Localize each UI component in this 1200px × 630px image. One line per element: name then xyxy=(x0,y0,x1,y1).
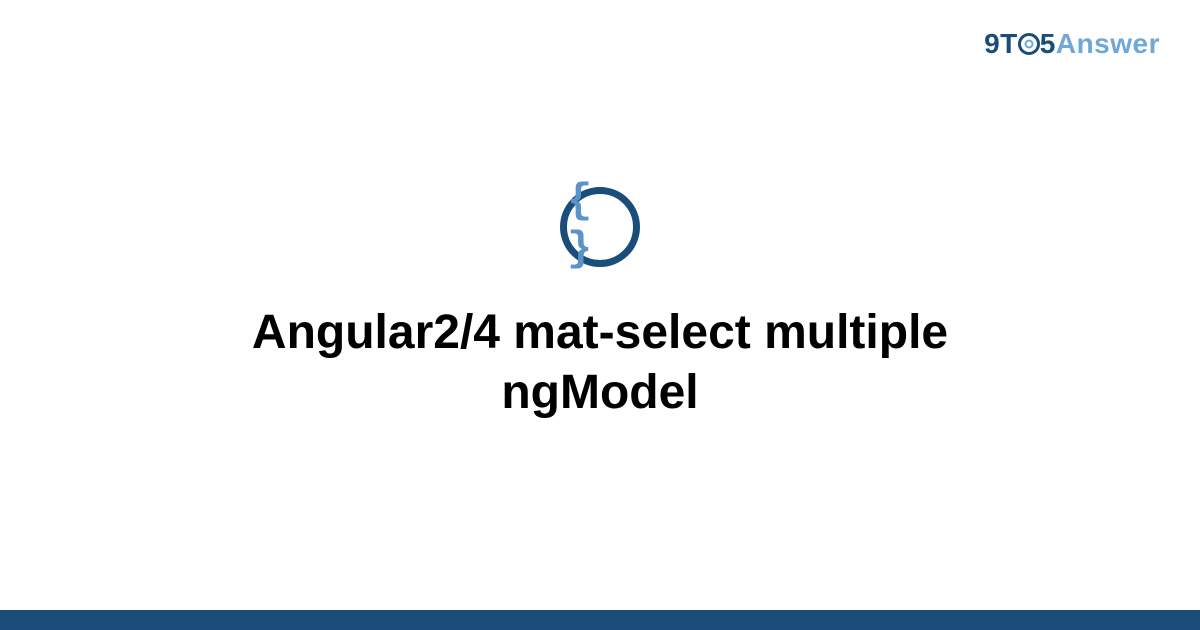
code-glyph: { } xyxy=(567,177,633,273)
main-content: { } Angular2/4 mat-select multiple ngMod… xyxy=(0,0,1200,610)
curly-braces-icon: { } xyxy=(560,187,640,267)
page-title: Angular2/4 mat-select multiple ngModel xyxy=(150,303,1050,423)
footer-accent-bar xyxy=(0,610,1200,630)
